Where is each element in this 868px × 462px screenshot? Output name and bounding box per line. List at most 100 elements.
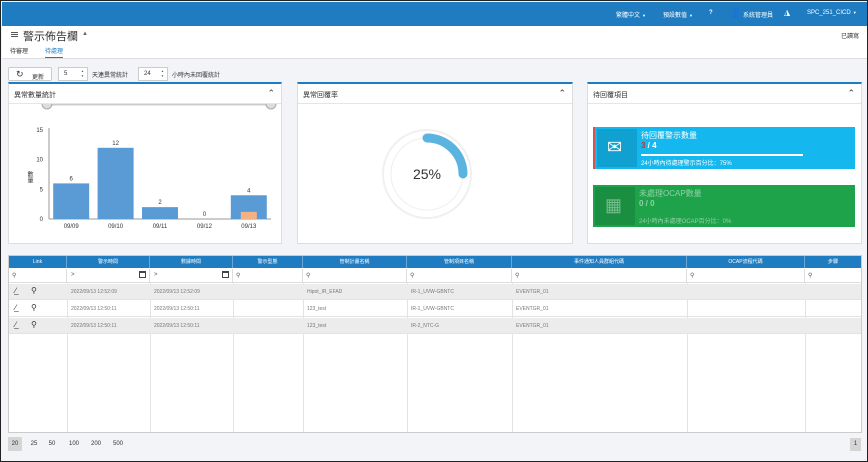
- column-header-alert-time[interactable]: 警示時間: [67, 256, 150, 268]
- ocap-card[interactable]: ▦ 未處理OCAP數量 0 / 0 24小時內未處理OCAP百分比：0%: [593, 185, 855, 227]
- card-footer: 24小時內未處理OCAP百分比：0%: [639, 219, 732, 225]
- bar: [53, 183, 90, 219]
- filter-alert-type[interactable]: ⚲: [233, 269, 303, 283]
- search-icon: ⚲: [690, 273, 695, 279]
- filter-step[interactable]: ⚲: [805, 269, 861, 283]
- collapse-icon[interactable]: ⌃: [558, 88, 566, 99]
- y-tick-label: 15: [36, 128, 43, 134]
- abnormal-count-panel: 異常數量統計 ⌃ 數量 0 5 10 15 6 09/09 12 09/10 2 09/11 0 09…: [8, 82, 282, 244]
- card-value: 0 / 0: [639, 199, 655, 208]
- page-number-button[interactable]: 1: [850, 438, 861, 451]
- filter-notify-group[interactable]: ⚲: [512, 269, 687, 283]
- stepper-arrows-icon[interactable]: ▲ ▼: [161, 69, 164, 79]
- table-row[interactable]: ∕̲ ⚲ 2022/09/13 12:50:11 2022/09/13 12:5…: [9, 301, 861, 317]
- filter-data-time[interactable]: >: [150, 269, 233, 283]
- app-window: 繁體中文 ▼ 預設數值 ▼ ? 👤 系統管理員 ◮ SPC_251_CICD ▼ 警示…: [0, 0, 868, 462]
- calendar-icon[interactable]: [139, 271, 146, 278]
- page-size-20[interactable]: 20: [8, 437, 22, 451]
- reply-rate-donut: 25%: [382, 129, 472, 219]
- calendar-icon[interactable]: [222, 271, 229, 278]
- column-header-data-time[interactable]: 數據時間: [150, 256, 233, 268]
- stepper-arrows-icon[interactable]: ▲ ▼: [81, 69, 84, 79]
- envelope-icon: ✉: [607, 137, 623, 157]
- chart-icon[interactable]: ∕̲: [15, 303, 16, 312]
- column-header-item-name[interactable]: 管制項目名稱: [407, 256, 512, 268]
- page-size-25[interactable]: 25: [28, 437, 40, 451]
- search-icon: ⚲: [410, 273, 415, 279]
- column-header-plan-name[interactable]: 管制計畫名稱: [303, 256, 407, 268]
- panel-title: 異常回覆率: [303, 92, 338, 99]
- days-stepper[interactable]: 5 ▲ ▼: [58, 67, 88, 81]
- table-row[interactable]: ∕̲ ⚲ 2022/09/13 12:50:11 2022/09/13 12:5…: [9, 318, 861, 334]
- refresh-button[interactable]: ↻ 更新: [8, 67, 52, 81]
- page-size-500[interactable]: 500: [110, 437, 126, 451]
- y-tick-label: 10: [36, 158, 43, 164]
- inspect-icon[interactable]: ⚲: [31, 286, 37, 295]
- refresh-label: 更新: [32, 75, 45, 81]
- help-button[interactable]: ?: [709, 10, 713, 16]
- preferences-menu[interactable]: 預設數值 ▼: [663, 10, 693, 19]
- x-tick-label: 09/11: [153, 224, 168, 230]
- bell-icon[interactable]: ◮: [784, 8, 790, 17]
- chart-icon[interactable]: ∕̲: [15, 320, 16, 329]
- chart-icon[interactable]: ∕̲: [15, 286, 16, 295]
- language-menu[interactable]: 繁體中文 ▼: [616, 10, 646, 19]
- pending-alerts-card[interactable]: ✉ 待回覆警示數量 3 / 4 24小時內待處理警示百分比：75%: [593, 127, 855, 169]
- pending-items-panel: 待回覆項目 ⌃ ✉ 待回覆警示數量 3 / 4 24小時內待處理警示百分比：75…: [587, 82, 862, 244]
- collapse-icon[interactable]: ⌃: [267, 88, 275, 99]
- page-size-100[interactable]: 100: [66, 437, 82, 451]
- card-title: 待回覆警示數量: [641, 131, 697, 140]
- inspect-icon[interactable]: ⚲: [31, 303, 37, 312]
- user-name[interactable]: 系統管理員: [743, 10, 773, 19]
- column-header-alert-type[interactable]: 警示型態: [233, 256, 303, 268]
- search-icon: ⚲: [808, 273, 813, 279]
- abnormal-bar-chart: 0 5 10 15 6 09/09 12 09/10 2 09/11 0 09/12 4 09/13: [36, 104, 277, 230]
- bar-secondary: [240, 211, 257, 219]
- page-size-50[interactable]: 50: [46, 437, 58, 451]
- zoom-slider-handle-right: [265, 104, 277, 110]
- tab-pending-review[interactable]: 待審理: [10, 46, 28, 55]
- data-label: 6: [70, 176, 74, 182]
- column-header-notify-group[interactable]: 事件通知人員群組代碼: [512, 256, 687, 268]
- tab-pending-process[interactable]: 待處理: [45, 46, 64, 58]
- card-value: 3 / 4: [641, 141, 657, 150]
- data-label: 4: [247, 188, 251, 194]
- reply-rate-panel: 異常回覆率 ⌃ 25%: [297, 82, 573, 244]
- card-title: 未處理OCAP數量: [639, 189, 702, 198]
- filter-alert-time[interactable]: >: [67, 269, 150, 283]
- column-header-ocap-code[interactable]: OCAP流程代碼: [687, 256, 805, 268]
- collapse-icon[interactable]: ⌃: [847, 88, 855, 99]
- alerts-table: Link 警示時間 數據時間 警示型態 管制計畫名稱 管制項目名稱 事件通知人員…: [8, 255, 862, 433]
- search-icon: ⚲: [515, 273, 520, 279]
- filter-link[interactable]: ⚲: [9, 269, 67, 283]
- search-icon: ⚲: [306, 273, 311, 279]
- panel-title: 異常數量統計: [14, 92, 56, 99]
- bar: [142, 207, 178, 219]
- column-header-step[interactable]: 步驟: [805, 256, 861, 268]
- page-size-200[interactable]: 200: [88, 437, 104, 451]
- days-label: 天連異常統計: [92, 73, 129, 79]
- column-header-link[interactable]: Link: [9, 256, 67, 268]
- card-footer: 24小時內待處理警示百分比：75%: [641, 161, 732, 167]
- card-progress: [641, 154, 803, 156]
- menu-icon[interactable]: [11, 32, 18, 37]
- x-tick-label: 09/13: [241, 224, 257, 230]
- calendar-icon: ▦: [605, 195, 623, 215]
- search-icon: ⚲: [12, 273, 17, 279]
- bar: [97, 147, 134, 219]
- filter-item-name[interactable]: ⚲: [407, 269, 512, 283]
- mark-read-button[interactable]: 已讀寫: [841, 31, 859, 40]
- hours-stepper[interactable]: 24 ▲ ▼: [138, 67, 168, 81]
- filter-ocap-code[interactable]: ⚲: [687, 269, 805, 283]
- inspect-icon[interactable]: ⚲: [31, 320, 37, 329]
- search-icon: ⚲: [236, 273, 241, 279]
- top-navigation-bar: 繁體中文 ▼ 預設數值 ▼ ? 👤 系統管理員 ◮ SPC_251_CICD ▼: [2, 2, 867, 26]
- y-tick-label: 0: [40, 217, 44, 223]
- table-row[interactable]: ∕̲ ⚲ 2022/09/13 12:52:09 2022/09/13 12:5…: [9, 284, 861, 300]
- collapse-title-icon[interactable]: ▲: [82, 31, 88, 37]
- page-title: 警示佈告欄: [23, 31, 78, 43]
- zoom-slider-handle-left: [41, 104, 53, 110]
- system-menu[interactable]: SPC_251_CICD ▼: [807, 10, 857, 16]
- panel-title: 待回覆項目: [593, 92, 628, 99]
- filter-plan-name[interactable]: ⚲: [303, 269, 407, 283]
